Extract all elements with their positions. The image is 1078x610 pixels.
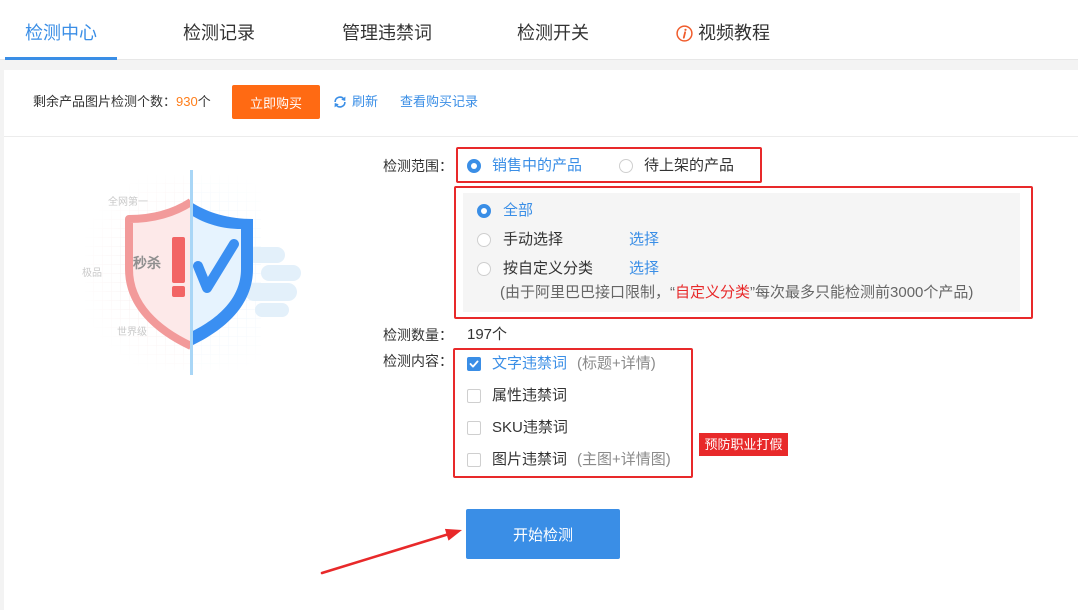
radio-option-on-sale[interactable]: 销售中的产品 xyxy=(467,156,582,176)
tab-label: 检测记录 xyxy=(183,23,255,43)
illustration-text: 极品 xyxy=(82,266,102,279)
radio-button[interactable] xyxy=(477,204,491,218)
shield-check-icon: 全网第一 秒杀 极品 世界级 xyxy=(82,170,301,375)
refresh-button[interactable]: 刷新 xyxy=(333,93,378,111)
radio-button[interactable] xyxy=(467,159,481,173)
category-select-link[interactable]: 选择 xyxy=(629,259,659,279)
checkbox-label: SKU违禁词 xyxy=(492,419,568,436)
quantity-label: 检测数量： xyxy=(383,327,453,343)
active-tab-indicator xyxy=(5,57,117,60)
tab-label: 管理违禁词 xyxy=(342,23,432,43)
tab-detection-records[interactable]: 检测记录 xyxy=(183,21,255,45)
quota-unit: 个 xyxy=(197,94,211,109)
checkbox-image-words[interactable]: 图片违禁词 (主图+详情图) xyxy=(467,450,671,470)
info-circle-icon xyxy=(676,24,693,42)
start-detection-button[interactable]: 开始检测 xyxy=(466,509,620,559)
radio-button[interactable] xyxy=(477,233,491,247)
illustration-text: 秒杀 xyxy=(133,255,161,271)
tab-label: 检测开关 xyxy=(517,23,589,43)
quota-count: 930 xyxy=(176,94,198,109)
radio-label: 按自定义分类 xyxy=(503,260,594,277)
tab-label: 视频教程 xyxy=(698,23,770,43)
note-prefix: (由于阿里巴巴接口限制，“ xyxy=(500,284,675,301)
note-highlight: 自定义分类 xyxy=(675,284,751,301)
center-line xyxy=(190,170,193,375)
radio-button[interactable] xyxy=(477,262,491,276)
checkbox-label: 图片违禁词 xyxy=(492,451,568,468)
checkbox-hint: (主图+详情图) xyxy=(577,451,671,468)
scope-label: 检测范围： xyxy=(383,158,453,174)
illustration-text: 全网第一 xyxy=(108,195,148,208)
radio-option-manual[interactable]: 手动选择 xyxy=(477,230,563,250)
annotation-tag: 预防职业打假 xyxy=(699,433,788,456)
radio-label: 待上架的产品 xyxy=(644,157,735,174)
checkbox-text-words[interactable]: 文字违禁词 (标题+详情) xyxy=(467,354,656,374)
radio-button[interactable] xyxy=(619,159,633,173)
manual-select-link[interactable]: 选择 xyxy=(629,230,659,250)
checkbox-sku-words[interactable]: SKU违禁词 xyxy=(467,418,568,438)
tab-video-tutorial[interactable]: 视频教程 xyxy=(676,21,770,45)
limit-note: (由于阿里巴巴接口限制，“自定义分类”每次最多只能检测前3000个产品) xyxy=(500,283,973,303)
radio-label: 销售中的产品 xyxy=(492,157,583,174)
purchase-history-link[interactable]: 查看购买记录 xyxy=(400,93,478,111)
tab-manage-banned-words[interactable]: 管理违禁词 xyxy=(342,21,432,45)
refresh-icon xyxy=(333,95,347,109)
radio-option-all[interactable]: 全部 xyxy=(477,201,533,221)
content-label: 检测内容： xyxy=(383,353,453,369)
exclamation-mark xyxy=(172,237,185,297)
page: 检测中心 检测记录 管理违禁词 检测开关 视频教程 剩余产品图片检测个数：930… xyxy=(0,0,1078,610)
illustration-text: 世界级 xyxy=(117,326,147,338)
check-icon xyxy=(469,360,479,368)
checkbox[interactable] xyxy=(467,357,481,371)
radio-label: 全部 xyxy=(503,202,534,219)
checkbox[interactable] xyxy=(467,389,481,403)
checkbox[interactable] xyxy=(467,453,481,467)
radio-label: 手动选择 xyxy=(503,231,564,248)
radio-option-pending[interactable]: 待上架的产品 xyxy=(619,156,734,176)
checkbox[interactable] xyxy=(467,421,481,435)
refresh-label: 刷新 xyxy=(352,94,379,109)
tab-detection-switch[interactable]: 检测开关 xyxy=(517,21,589,45)
tab-detection-center[interactable]: 检测中心 xyxy=(25,21,97,45)
checkbox-attribute-words[interactable]: 属性违禁词 xyxy=(467,386,567,406)
buy-now-button[interactable]: 立即购买 xyxy=(232,85,320,119)
checkbox-label: 属性违禁词 xyxy=(492,387,568,404)
divider xyxy=(4,136,1078,137)
tab-bar: 检测中心 检测记录 管理违禁词 检测开关 视频教程 xyxy=(0,0,1078,60)
checkbox-label: 文字违禁词 xyxy=(492,355,568,372)
quota-label: 剩余产品图片检测个数： xyxy=(33,94,177,109)
remaining-quota: 剩余产品图片检测个数：930个 xyxy=(33,93,211,111)
note-suffix: ”每次最多只能检测前3000个产品) xyxy=(750,284,974,301)
radio-option-custom-category[interactable]: 按自定义分类 xyxy=(477,259,593,279)
tab-label: 检测中心 xyxy=(25,23,97,43)
checkbox-hint: (标题+详情) xyxy=(577,355,656,372)
quantity-value: 197个 xyxy=(467,326,508,343)
